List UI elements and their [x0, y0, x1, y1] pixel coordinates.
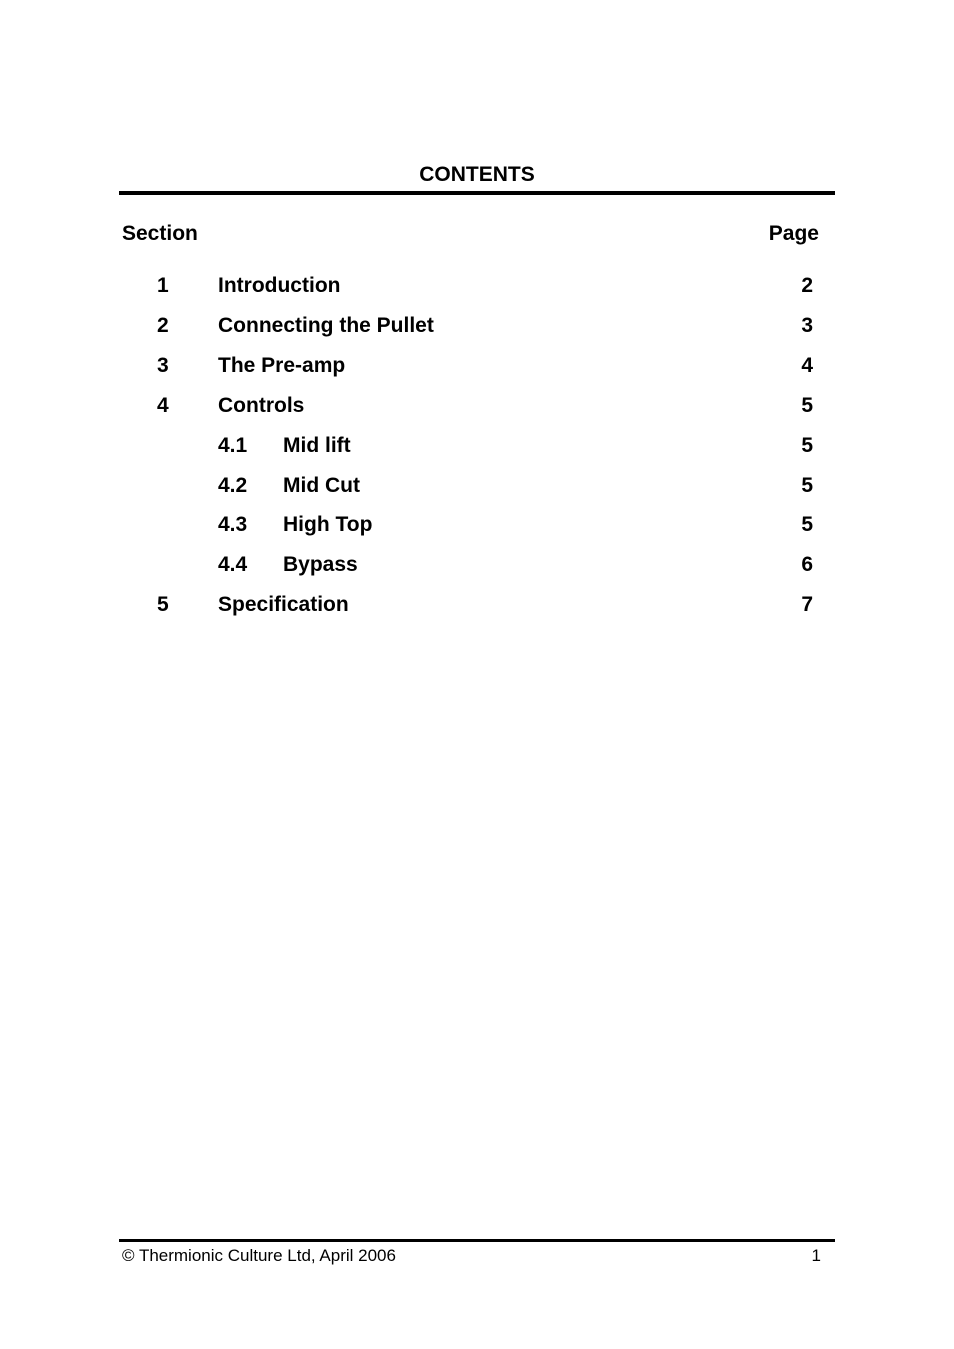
toc-entry-page: 5: [801, 393, 813, 417]
toc-entry-page: 3: [801, 313, 813, 337]
toc-entry-page: 5: [801, 433, 813, 457]
toc-entry-number: 4.3: [218, 513, 248, 537]
toc-entry[interactable]: 5 Specification 7: [0, 593, 954, 623]
toc-entry[interactable]: 2 Connecting the Pullet 3: [0, 314, 954, 344]
footer-page-number: 1: [811, 1246, 821, 1265]
toc-entry-page: 5: [801, 473, 813, 497]
toc-entry[interactable]: 1 Introduction 2: [0, 274, 954, 304]
toc-entry[interactable]: 3 The Pre-amp 4: [0, 354, 954, 384]
toc-entry-number: 5: [157, 593, 169, 617]
toc-entry-number: 1: [157, 274, 169, 297]
toc-entry-title[interactable]: Mid lift: [283, 434, 351, 458]
toc-entry-title[interactable]: Connecting the Pullet: [218, 314, 434, 338]
toc-entry[interactable]: 4.4 Bypass 6: [0, 553, 954, 583]
section-column-header: Section: [122, 222, 198, 245]
toc-entry-page: 6: [801, 553, 813, 577]
toc-entry-number: 4.1: [218, 433, 248, 457]
toc-entry[interactable]: 4 Controls 5: [0, 394, 954, 424]
toc-entry-title[interactable]: Controls: [218, 394, 304, 418]
toc-entry-number: 4.2: [218, 473, 248, 497]
toc-entry-title[interactable]: Mid Cut: [283, 474, 360, 498]
footer-divider: [119, 1239, 835, 1242]
toc-entry[interactable]: 4.2 Mid Cut 5: [0, 474, 954, 504]
toc-entry-page: 2: [801, 274, 813, 297]
title-divider: [119, 191, 835, 195]
toc-entry-number: 2: [157, 313, 169, 337]
footer-copyright: © Thermionic Culture Ltd, April 2006: [122, 1246, 396, 1265]
toc-entry-number: 3: [157, 353, 169, 377]
page-title: CONTENTS: [419, 163, 535, 186]
toc-entry-title[interactable]: The Pre-amp: [218, 354, 345, 378]
toc-entry-page: 5: [801, 513, 813, 537]
toc-entry-page: 7: [801, 593, 813, 617]
toc-entry-page: 4: [801, 353, 813, 377]
toc-entry-number: 4.4: [218, 553, 248, 577]
toc-entry-title[interactable]: High Top: [283, 513, 372, 537]
toc-entry[interactable]: 4.3 High Top 5: [0, 513, 954, 543]
toc-entry-title[interactable]: Bypass: [283, 553, 358, 577]
toc-entry-number: 4: [157, 393, 169, 417]
toc-entry-title[interactable]: Specification: [218, 593, 349, 617]
page-column-header: Page: [768, 222, 819, 245]
toc-entry-title[interactable]: Introduction: [218, 274, 340, 298]
toc-entry[interactable]: 4.1 Mid lift 5: [0, 434, 954, 464]
